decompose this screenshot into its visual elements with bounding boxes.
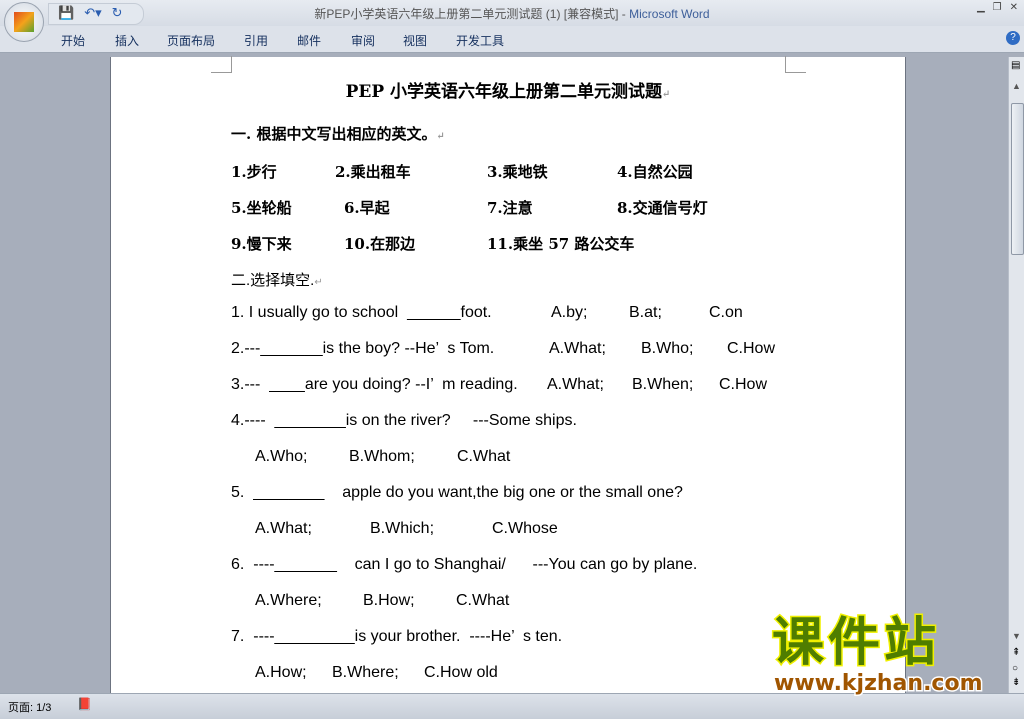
previous-page-icon[interactable]: ⇞	[1012, 647, 1020, 658]
watermark-logo: 课件站 www.kjzhan.com	[771, 613, 985, 698]
question-text: 6. ----_______ can I go to Shanghai/ ---…	[231, 556, 698, 573]
question-text: 5. ________ apple do you want,the big on…	[231, 484, 683, 501]
margin-mark	[785, 56, 806, 73]
app-name: Microsoft Word	[629, 7, 710, 21]
document-page[interactable]: PEP 小学英语六年级上册第二单元测试题↵ 一. 根据中文写出相应的英文。↵ 1…	[110, 56, 906, 697]
tab-insert[interactable]: 插入	[115, 32, 139, 49]
vocab-item: 5.坐轮船	[231, 199, 292, 217]
ribbon-tabs: 开始 插入 页面布局 引用 邮件 审阅 视图 开发工具 ?	[0, 26, 1024, 53]
tab-page-layout[interactable]: 页面布局	[167, 32, 215, 49]
option: B.Where;	[332, 664, 399, 681]
tab-mailings[interactable]: 邮件	[297, 32, 321, 49]
margin-mark	[211, 56, 232, 73]
option: B.Which;	[370, 520, 435, 537]
vocab-item: 10.在那边	[344, 235, 416, 253]
watermark-cn: 课件站	[771, 613, 941, 673]
ruler-toggle-icon[interactable]: ▤	[1011, 60, 1020, 71]
option: B.Who;	[641, 340, 694, 357]
vertical-scrollbar[interactable]: ▤ ▲ ▼ ⇞ ○ ⇟	[1008, 57, 1024, 693]
proofing-icon[interactable]: 📕	[77, 697, 92, 711]
vocab-item: 7.注意	[487, 199, 533, 217]
close-icon[interactable]: ✕	[1010, 2, 1018, 13]
vocab-item: 8.交通信号灯	[617, 199, 708, 217]
question-text: 7. ----_________is your brother. ----He’…	[231, 628, 563, 645]
option: A.by;	[551, 304, 588, 321]
question-text: 4.---- ________is on the river? ---Some …	[231, 412, 577, 429]
office-button[interactable]	[4, 2, 44, 42]
option: B.Whom;	[349, 448, 415, 465]
tab-developer[interactable]: 开发工具	[456, 32, 504, 49]
question-text: 3.--- ____are you doing? --I’ m reading.	[231, 376, 518, 393]
vocab-item: 4.自然公园	[617, 163, 693, 181]
restore-icon[interactable]: ❐	[993, 2, 1002, 13]
question-text: 1. I usually go to school ______foot.	[231, 304, 492, 321]
title-bar: 💾↶▾↻▾ 新PEP小学英语六年级上册第二单元测试题 (1) [兼容模式] - …	[0, 0, 1024, 38]
option: C.How old	[424, 664, 498, 681]
doc-title: PEP 小学英语六年级上册第二单元测试题	[345, 82, 663, 102]
tab-review[interactable]: 审阅	[351, 32, 375, 49]
tab-home[interactable]: 开始	[61, 32, 85, 49]
vocab-item: 6.早起	[344, 199, 390, 217]
vocab-item: 1.步行	[231, 163, 277, 181]
section-heading: 一. 根据中文写出相应的英文。	[231, 125, 437, 143]
minimize-icon[interactable]: ▁	[977, 2, 985, 13]
option: C.How	[727, 340, 776, 357]
section-heading: 二.选择填空.	[231, 272, 315, 289]
question-text: 2.---_______is the boy? --He’ s Tom.	[231, 340, 495, 357]
vocab-item: 11.乘坐 57 路公交车	[487, 235, 635, 253]
option: C.How	[719, 376, 768, 393]
help-icon[interactable]: ?	[1006, 31, 1020, 45]
office-logo-icon	[14, 12, 34, 32]
tab-view[interactable]: 视图	[403, 32, 427, 49]
option: A.What;	[255, 520, 312, 537]
option: A.What;	[549, 340, 606, 357]
scroll-down-icon[interactable]: ▼	[1012, 631, 1021, 641]
window-title: 新PEP小学英语六年级上册第二单元测试题 (1) [兼容模式] - Micros…	[314, 7, 710, 21]
option: C.Whose	[492, 520, 558, 537]
option: A.How;	[255, 664, 307, 681]
status-bar: 页面: 1/3 📕	[0, 693, 1024, 719]
option: B.at;	[629, 304, 662, 321]
next-page-icon[interactable]: ⇟	[1012, 677, 1020, 688]
option: B.When;	[632, 376, 694, 393]
browse-object-icon[interactable]: ○	[1012, 663, 1018, 674]
option: A.What;	[547, 376, 604, 393]
document-name: 新PEP小学英语六年级上册第二单元测试题 (1) [兼容模式]	[314, 7, 619, 21]
option: B.How;	[363, 592, 415, 609]
page-indicator[interactable]: 页面: 1/3	[8, 699, 51, 715]
option: C.What	[457, 448, 511, 465]
option: C.What	[456, 592, 510, 609]
tab-references[interactable]: 引用	[244, 32, 268, 49]
option: A.Who;	[255, 448, 308, 465]
scroll-up-icon[interactable]: ▲	[1012, 81, 1021, 91]
vocab-item: 2.乘出租车	[335, 163, 411, 181]
option: A.Where;	[255, 592, 322, 609]
option: C.on	[709, 304, 743, 321]
scrollbar-thumb[interactable]	[1011, 103, 1024, 255]
vocab-item: 3.乘地铁	[487, 163, 548, 181]
watermark-url: www.kjzhan.com	[773, 670, 985, 698]
vocab-item: 9.慢下来	[231, 235, 292, 253]
